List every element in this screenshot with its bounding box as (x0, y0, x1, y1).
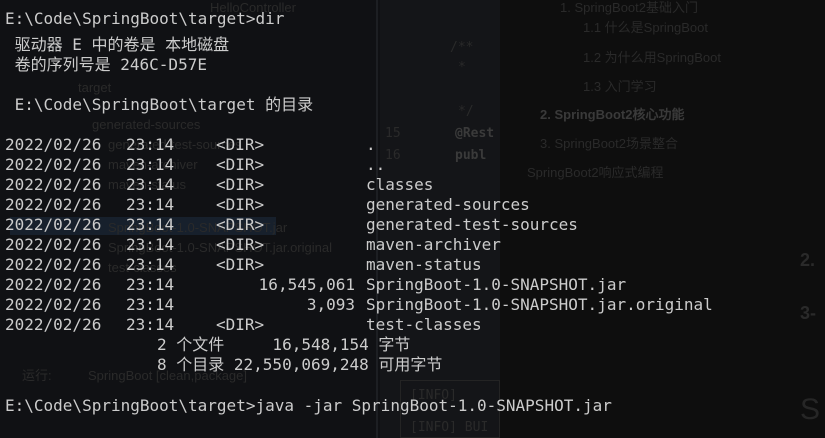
entry-size (200, 255, 355, 275)
entry-date: 2022/02/26 (5, 155, 102, 174)
cmd-terminal[interactable]: E:\Code\SpringBoot\target>dir 驱动器 E 中的卷是… (0, 0, 825, 438)
entry-name: maven-status (366, 255, 482, 274)
summary-files: 2 个文件 16,548,154 字节 (157, 335, 411, 354)
entry-size (200, 155, 355, 175)
entry-time: 23:14 (126, 155, 175, 174)
entry-time: 23:14 (126, 295, 175, 314)
volume-label-line: 驱动器 E 中的卷是 本地磁盘 (5, 35, 230, 54)
entry-name: test-classes (366, 315, 482, 334)
entry-time: 23:14 (126, 175, 175, 194)
entry-name: SpringBoot-1.0-SNAPSHOT.jar (366, 275, 627, 294)
entry-name: generated-test-sources (366, 215, 578, 234)
entry-date: 2022/02/26 (5, 175, 102, 194)
entry-name: .. (366, 155, 386, 174)
prompt-dir-command: E:\Code\SpringBoot\target>dir (5, 9, 285, 28)
entry-date: 2022/02/26 (5, 295, 102, 314)
entry-time: 23:14 (126, 255, 175, 274)
entry-name: maven-archiver (366, 235, 501, 254)
entry-name: classes (366, 175, 434, 194)
entry-time: 23:14 (126, 195, 175, 214)
entry-size (200, 175, 355, 195)
volume-serial-line: 卷的序列号是 246C-D57E (5, 55, 207, 74)
summary-dirs: 8 个目录 22,550,069,248 可用字节 (157, 355, 443, 374)
entry-size (200, 235, 355, 255)
entry-name: . (366, 135, 376, 154)
entry-date: 2022/02/26 (5, 195, 102, 214)
prompt-java-command: E:\Code\SpringBoot\target>java -jar Spri… (5, 396, 612, 415)
entry-size (200, 195, 355, 215)
entry-date: 2022/02/26 (5, 255, 102, 274)
entry-size: 16,545,061 (258, 275, 355, 294)
entry-name: generated-sources (366, 195, 530, 214)
entry-size: 3,093 (306, 295, 355, 314)
entry-name: SpringBoot-1.0-SNAPSHOT.jar.original (366, 295, 713, 314)
entry-size (200, 315, 355, 335)
entry-time: 23:14 (126, 135, 175, 154)
entry-time: 23:14 (126, 235, 175, 254)
entry-date: 2022/02/26 (5, 275, 102, 294)
entry-date: 2022/02/26 (5, 135, 102, 154)
entry-date: 2022/02/26 (5, 235, 102, 254)
entry-time: 23:14 (126, 215, 175, 234)
entry-size (200, 215, 355, 235)
entry-size (200, 135, 355, 155)
directory-header: E:\Code\SpringBoot\target 的目录 (5, 95, 314, 114)
entry-date: 2022/02/26 (5, 215, 102, 234)
entry-time: 23:14 (126, 315, 175, 334)
entry-time: 23:14 (126, 275, 175, 294)
entry-date: 2022/02/26 (5, 315, 102, 334)
